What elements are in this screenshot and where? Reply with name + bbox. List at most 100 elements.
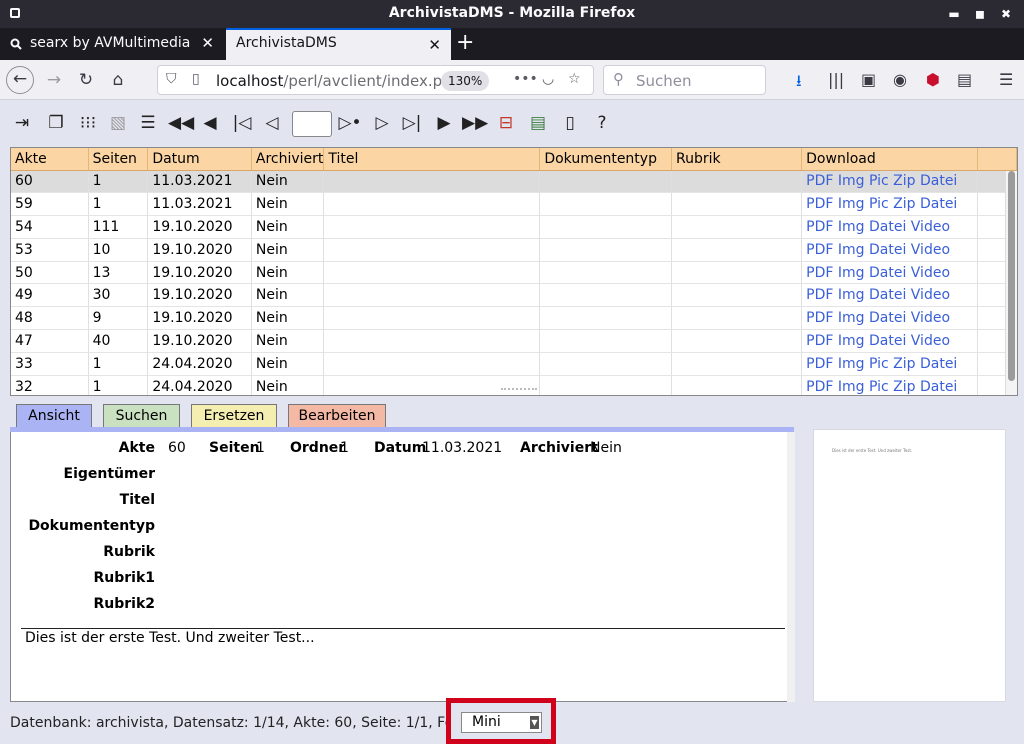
table-scrollbar[interactable] — [1005, 171, 1017, 395]
cell-download-links[interactable]: PDF Img Datei Video — [801, 215, 978, 239]
help-icon[interactable]: ? — [590, 110, 614, 136]
formular-select[interactable]: Mini ▼ — [461, 712, 542, 733]
cell-download-links[interactable]: PDF Img Pic Zip Datei — [801, 352, 978, 376]
detail-divider — [21, 628, 785, 629]
table-row[interactable]: 47 40 19.10.2020 Nein PDF Img Datei Vide… — [11, 329, 1017, 353]
url-text[interactable]: localhost/perl/avclient/index.pl — [216, 72, 446, 90]
resize-grip[interactable] — [501, 388, 537, 392]
fast-backward-icon[interactable]: ◀◀ — [168, 110, 194, 136]
next-icon[interactable]: ▶ — [432, 110, 456, 136]
column-header-archiviert[interactable]: Archiviert — [251, 148, 325, 171]
cell-dokumententyp — [539, 329, 672, 353]
browser-navbar: ← → ↻ ⌂ ⛉ ▯ localhost/perl/avclient/inde… — [0, 60, 1024, 100]
cell-download-links[interactable]: PDF Img Datei Video — [801, 306, 978, 331]
pocket-icon[interactable]: ◡ — [542, 71, 554, 87]
go-page-icon[interactable]: ▷• — [338, 110, 362, 136]
maximize-icon[interactable]: ◼ — [970, 4, 990, 24]
library-icon[interactable]: ||| — [828, 70, 844, 89]
account-icon[interactable]: ◉ — [893, 70, 907, 89]
detail-scrollbar[interactable] — [787, 432, 795, 702]
tab-ersetzen[interactable]: Ersetzen — [191, 404, 277, 428]
ublock-icon[interactable]: ⬢ — [926, 70, 940, 89]
table-row[interactable]: 33 1 24.04.2020 Nein PDF Img Pic Zip Dat… — [11, 352, 1017, 376]
column-header-titel[interactable]: Titel — [323, 148, 541, 171]
url-bar[interactable]: ⛉ ▯ localhost/perl/avclient/index.pl 130… — [157, 65, 594, 95]
column-header-datum[interactable]: Datum — [147, 148, 252, 171]
more-actions-icon[interactable]: ••• — [513, 71, 538, 87]
zoom-badge[interactable]: 130% — [441, 71, 490, 91]
cell-datum: 19.10.2020 — [147, 306, 252, 331]
table-row[interactable]: 48 9 19.10.2020 Nein PDF Img Datei Video — [11, 306, 1017, 331]
image-icon[interactable]: ▧ — [106, 110, 130, 136]
browser-tab-searx[interactable]: searx by AVMultimedia ✕ — [0, 28, 224, 60]
table-row[interactable]: 59 1 11.03.2021 Nein PDF Img Pic Zip Dat… — [11, 192, 1017, 217]
cell-titel — [323, 238, 541, 262]
cell-download-links[interactable]: PDF Img Pic Zip Datei — [801, 375, 978, 395]
page-number-input[interactable] — [292, 111, 332, 137]
archive-box-icon[interactable]: ▤ — [526, 110, 550, 136]
table-row[interactable]: 49 30 19.10.2020 Nein PDF Img Datei Vide… — [11, 283, 1017, 308]
minimize-icon[interactable]: ▬ — [944, 4, 964, 24]
bookmark-star-icon[interactable]: ☆ — [568, 71, 581, 87]
dropdown-arrow-icon[interactable]: ▼ — [530, 716, 539, 729]
column-header-akte[interactable]: Akte — [11, 148, 89, 171]
browser-tab-archivista[interactable]: ArchivistaDMS ✕ — [226, 28, 451, 60]
login-icon[interactable]: ⇥ — [10, 110, 34, 136]
new-tab-icon[interactable]: + — [456, 30, 474, 55]
cell-datum: 19.10.2020 — [147, 283, 252, 308]
last-page-icon[interactable]: ▷| — [400, 110, 424, 136]
forward-icon[interactable]: → — [40, 66, 68, 94]
close-tab-icon[interactable]: ✕ — [201, 34, 214, 52]
home-icon[interactable]: ⌂ — [104, 66, 132, 94]
cell-titel — [323, 283, 541, 308]
tab-ansicht[interactable]: Ansicht — [16, 404, 92, 428]
cell-akte: 50 — [11, 261, 89, 285]
copy-icon[interactable]: ❐ — [44, 110, 68, 136]
search-placeholder: Suchen — [636, 72, 692, 90]
cell-akte: 48 — [11, 306, 89, 331]
cell-download-links[interactable]: PDF Img Datei Video — [801, 283, 978, 308]
column-header-dokumententyp[interactable]: Dokumententyp — [539, 148, 672, 171]
reload-icon[interactable]: ↻ — [72, 66, 100, 94]
table-row[interactable]: 50 13 19.10.2020 Nein PDF Img Datei Vide… — [11, 261, 1017, 285]
table-row[interactable]: 60 1 11.03.2021 Nein PDF Img Pic Zip Dat… — [11, 170, 1017, 194]
mobile-icon[interactable]: ▯ — [558, 110, 582, 136]
hamburger-menu-icon[interactable]: ☰ — [999, 70, 1013, 89]
grid-view-icon[interactable]: ⁝⁝⁝ — [76, 110, 100, 136]
column-header-seiten[interactable]: Seiten — [88, 148, 149, 171]
page-info-icon[interactable]: ▯ — [192, 71, 200, 87]
tab-suchen[interactable]: Suchen — [103, 404, 180, 428]
tab-label: ArchivistaDMS — [236, 35, 337, 51]
page-thumbnail[interactable]: Dies ist der erste Test. Und zweiter Tes… — [813, 429, 1006, 702]
close-tab-icon[interactable]: ✕ — [428, 36, 441, 54]
downloads-icon[interactable]: ⭳ — [796, 70, 802, 97]
sidebar-icon[interactable]: ▣ — [861, 70, 876, 89]
column-header-rubrik[interactable]: Rubrik — [671, 148, 803, 171]
back-icon[interactable]: ← — [6, 66, 34, 94]
search-input[interactable]: ⚲ Suchen — [603, 65, 766, 95]
cell-download-links[interactable]: PDF Img Pic Zip Datei — [801, 192, 978, 217]
first-page-icon[interactable]: |◁ — [230, 110, 254, 136]
cell-datum: 11.03.2021 — [147, 192, 252, 217]
previous-page-icon[interactable]: ◁ — [260, 110, 284, 136]
tab-bearbeiten[interactable]: Bearbeiten — [288, 404, 386, 428]
list-edit-icon[interactable]: ☰ — [136, 110, 160, 136]
table-scrollbar-thumb[interactable] — [1008, 171, 1015, 381]
cell-download-links[interactable]: PDF Img Datei Video — [801, 329, 978, 353]
extension-icon[interactable]: ▤ — [957, 70, 972, 89]
fast-forward-icon[interactable]: ▶▶ — [462, 110, 488, 136]
column-header-download[interactable]: Download — [801, 148, 978, 171]
table-row[interactable]: 53 10 19.10.2020 Nein PDF Img Datei Vide… — [11, 238, 1017, 262]
next-page-icon[interactable]: ▷ — [370, 110, 394, 136]
close-window-icon[interactable]: ✖ — [996, 4, 1016, 24]
tab-label: searx by AVMultimedia — [30, 35, 191, 51]
field-label-archiviert: Archiviert — [520, 440, 598, 456]
cell-download-links[interactable]: PDF Img Pic Zip Datei — [801, 170, 978, 194]
table-row[interactable]: 54 111 19.10.2020 Nein PDF Img Datei Vid… — [11, 215, 1017, 239]
cell-download-links[interactable]: PDF Img Datei Video — [801, 238, 978, 262]
previous-icon[interactable]: ◀ — [198, 110, 222, 136]
shield-icon[interactable]: ⛉ — [166, 71, 177, 87]
cell-download-links[interactable]: PDF Img Datei Video — [801, 261, 978, 285]
table-row[interactable]: 32 1 24.04.2020 Nein PDF Img Pic Zip Dat… — [11, 375, 1017, 395]
page-split-icon[interactable]: ⊟ — [494, 110, 518, 136]
